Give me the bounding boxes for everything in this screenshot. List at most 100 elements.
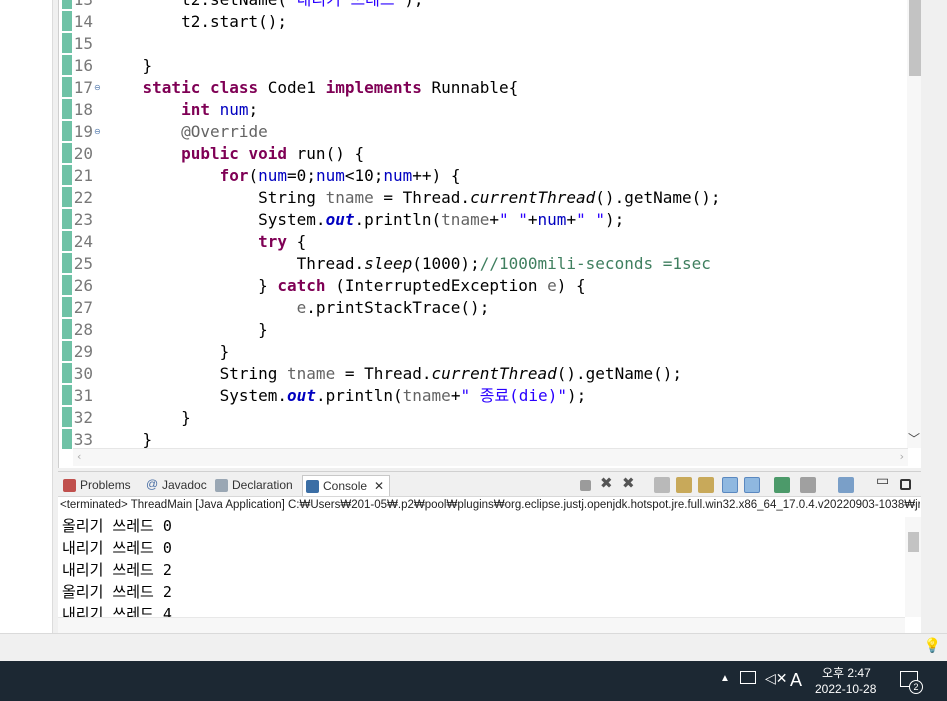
console-view[interactable]: <terminated> ThreadMain [Java Applicatio… bbox=[58, 496, 921, 633]
tab-label: Console bbox=[323, 479, 368, 493]
code-token: t2.setName( bbox=[104, 0, 287, 9]
code-line[interactable]: } bbox=[104, 319, 268, 341]
code-line[interactable]: public void run() { bbox=[104, 143, 364, 165]
code-line[interactable]: @Override bbox=[104, 121, 268, 143]
code-token: @Override bbox=[181, 122, 268, 141]
show-on-stdout-icon[interactable] bbox=[722, 477, 738, 493]
remove-launch-icon[interactable]: ✖ bbox=[600, 474, 616, 492]
console-description: <terminated> ThreadMain [Java Applicatio… bbox=[60, 499, 920, 511]
speaker-muted-icon[interactable]: ◁✕ bbox=[765, 670, 788, 687]
tab-javadoc[interactable]: @ Javadoc bbox=[142, 475, 207, 497]
line-number: 18 bbox=[73, 100, 93, 119]
console-icon bbox=[306, 480, 319, 493]
code-line[interactable]: e.printStackTrace(); bbox=[104, 297, 490, 319]
code-token: e bbox=[296, 298, 307, 317]
word-wrap-icon[interactable] bbox=[698, 477, 714, 493]
code-line[interactable]: String tname = Thread.currentThread().ge… bbox=[104, 363, 682, 385]
clear-console-icon[interactable] bbox=[654, 477, 670, 493]
code-token: catch bbox=[277, 276, 326, 295]
scroll-lock-icon[interactable] bbox=[676, 477, 692, 493]
scroll-thumb[interactable] bbox=[908, 532, 919, 552]
ime-indicator[interactable]: A bbox=[790, 670, 802, 691]
code-line[interactable]: int num; bbox=[104, 99, 258, 121]
scroll-thumb[interactable] bbox=[909, 0, 921, 76]
clock-time[interactable]: 오후 2:47 bbox=[822, 664, 871, 681]
code-line[interactable]: t2.start(); bbox=[104, 11, 287, 33]
line-number: 16 bbox=[73, 56, 93, 75]
tab-label: Javadoc bbox=[162, 478, 207, 492]
code-line[interactable]: System.out.println(tname+" 종료(die)"); bbox=[104, 385, 587, 407]
lightbulb-icon[interactable]: 💡 bbox=[924, 638, 941, 654]
chevron-down-icon[interactable]: ﹀ bbox=[908, 430, 920, 447]
code-line[interactable]: try { bbox=[104, 231, 306, 253]
tab-console[interactable]: Console ✕ bbox=[302, 475, 391, 497]
code-token: t2.start(); bbox=[104, 12, 288, 31]
code-line[interactable]: for(num=0;num<10;num++) { bbox=[104, 165, 461, 187]
code-token: + bbox=[566, 210, 577, 229]
code-token: ; bbox=[248, 100, 259, 119]
notification-count: 2 bbox=[909, 680, 923, 694]
maximize-icon[interactable] bbox=[900, 479, 911, 490]
code-line[interactable]: System.out.println(tname+" "+num+" "); bbox=[104, 209, 624, 231]
code-token: try bbox=[258, 232, 288, 251]
chevron-up-icon[interactable]: ▲ bbox=[720, 673, 730, 684]
code-token: run() { bbox=[287, 144, 365, 163]
chevron-right-icon[interactable]: › bbox=[900, 450, 904, 463]
code-token: } bbox=[104, 56, 153, 75]
code-token: //1000mili-seconds =1sec bbox=[479, 254, 711, 273]
line-number: 21 bbox=[73, 166, 93, 185]
editor-horizontal-scrollbar[interactable]: ‹ › bbox=[73, 448, 908, 466]
code-line[interactable]: String tname = Thread.currentThread().ge… bbox=[104, 187, 720, 209]
fold-toggle-icon[interactable]: ⊖ bbox=[94, 77, 101, 99]
code-token: ().getName(); bbox=[556, 364, 682, 383]
display-console-icon[interactable] bbox=[800, 477, 816, 493]
fold-toggle-icon[interactable]: ⊖ bbox=[94, 121, 101, 143]
terminate-icon[interactable] bbox=[580, 480, 591, 491]
code-token: int bbox=[181, 100, 210, 119]
code-token: " 종료(die)" bbox=[460, 386, 567, 405]
code-line[interactable]: } bbox=[104, 55, 153, 77]
code-token: e bbox=[547, 276, 557, 295]
editor-vertical-scrollbar[interactable]: ﹀ bbox=[907, 0, 921, 448]
line-number: 29 bbox=[73, 342, 93, 361]
pin-console-icon[interactable] bbox=[774, 477, 790, 493]
minimize-icon[interactable]: ▭ bbox=[876, 473, 892, 489]
tab-declaration[interactable]: Declaration bbox=[212, 475, 293, 497]
code-token: ) { bbox=[556, 276, 586, 295]
code-line[interactable]: } catch (InterruptedException e) { bbox=[104, 275, 586, 297]
tab-problems[interactable]: Problems bbox=[60, 475, 131, 497]
code-line[interactable]: static class Code1 implements Runnable{ bbox=[104, 77, 519, 99]
console-horizontal-scrollbar[interactable] bbox=[58, 617, 905, 633]
code-line[interactable]: } bbox=[104, 407, 191, 429]
code-token: static bbox=[142, 78, 201, 97]
code-line[interactable]: Thread.sleep(1000);//1000mili-seconds =1… bbox=[104, 253, 711, 275]
chevron-left-icon[interactable]: ‹ bbox=[77, 450, 81, 463]
clock-date[interactable]: 2022-10-28 bbox=[815, 682, 876, 696]
open-console-icon[interactable] bbox=[838, 477, 854, 493]
code-token: "내리기 쓰레드" bbox=[287, 0, 404, 9]
code-token: <10; bbox=[344, 166, 384, 185]
console-vertical-scrollbar[interactable] bbox=[905, 517, 921, 617]
remove-all-icon[interactable]: ✖ bbox=[622, 474, 638, 492]
javadoc-icon: @ bbox=[146, 477, 159, 491]
tab-label: Problems bbox=[80, 478, 131, 492]
line-number: 13 bbox=[59, 0, 93, 11]
network-icon[interactable] bbox=[740, 671, 756, 684]
problems-icon bbox=[63, 479, 76, 492]
code-token: ++) { bbox=[412, 166, 461, 185]
code-token: num bbox=[219, 100, 249, 119]
code-line[interactable]: t2.setName("내리기 쓰레드"); bbox=[104, 0, 423, 11]
code-line[interactable]: } bbox=[104, 341, 230, 363]
bottom-view-tabs: Problems @ Javadoc Declaration Console ✕… bbox=[58, 471, 921, 497]
code-token: (1000); bbox=[412, 254, 480, 273]
code-token: currentThread bbox=[470, 188, 596, 207]
line-number: 27 bbox=[73, 298, 93, 317]
code-editor[interactable]: 1314151617⊖1819⊖202122232425262728293031… bbox=[58, 0, 921, 468]
close-icon[interactable]: ✕ bbox=[374, 476, 384, 496]
line-number: 25 bbox=[73, 254, 93, 273]
show-on-stderr-icon[interactable] bbox=[744, 477, 760, 493]
